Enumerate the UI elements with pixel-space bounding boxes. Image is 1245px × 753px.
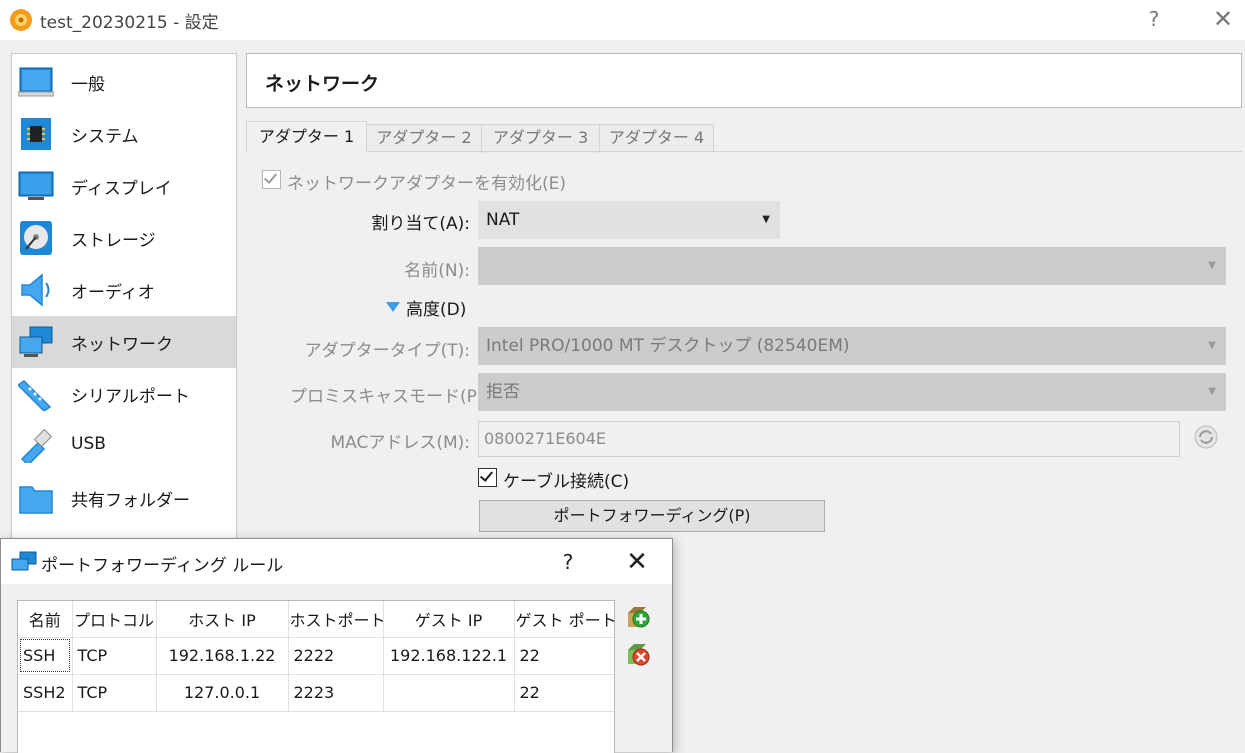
column-header-host-ip[interactable]: ホスト IP <box>156 601 288 637</box>
remove-rule-icon[interactable] <box>625 642 651 668</box>
add-rule-icon[interactable] <box>625 605 651 631</box>
sidebar-item-label: USB <box>71 434 106 454</box>
virtualbox-app-icon <box>8 7 34 33</box>
tab-divider <box>246 151 1242 152</box>
sidebar-item-shared-folders[interactable]: 共有フォルダー <box>12 472 236 524</box>
table-row[interactable]: SSH TCP 192.168.1.22 2222 192.168.122.1 … <box>18 637 614 674</box>
tab-adapter-2[interactable]: アダプター 2 <box>366 124 482 153</box>
cable-connected-label: ケーブル接続(C) <box>503 467 629 492</box>
rule-guest-ip-cell[interactable] <box>383 674 514 711</box>
rule-host-ip-cell[interactable]: 192.168.1.22 <box>156 637 288 674</box>
column-header-protocol[interactable]: プロトコル <box>72 601 156 637</box>
network-icon <box>11 551 37 573</box>
column-header-name[interactable]: 名前 <box>18 601 72 637</box>
dialog-titlebar: ポートフォワーディング ルール ? ✕ <box>1 539 672 584</box>
sidebar-item-display[interactable]: ディスプレイ <box>12 160 236 212</box>
adapter-type-label: アダプタータイプ(T): <box>290 336 470 361</box>
tab-adapter-4[interactable]: アダプター 4 <box>599 124 714 153</box>
dropdown-arrow-icon: ▼ <box>1208 247 1216 285</box>
close-button[interactable]: ✕ <box>1206 4 1240 34</box>
mac-address-input[interactable]: 0800271E604E <box>478 421 1180 457</box>
enable-adapter-label: ネットワークアダプターを有効化(E) <box>287 169 566 194</box>
refresh-mac-icon[interactable] <box>1193 424 1219 450</box>
sidebar-item-label: 共有フォルダー <box>71 486 190 511</box>
rule-host-port-cell[interactable]: 2223 <box>288 674 383 711</box>
rule-guest-port-cell[interactable]: 22 <box>514 674 614 711</box>
section-header: ネットワーク <box>246 53 1242 108</box>
sidebar-item-audio[interactable]: オーディオ <box>12 264 236 316</box>
shared-folder-icon <box>18 481 54 515</box>
name-label: 名前(N): <box>300 256 470 281</box>
rules-table: 名前 プロトコル ホスト IP ホストポート ゲスト IP ゲスト ポート SS… <box>17 600 615 753</box>
storage-disk-icon <box>18 221 54 255</box>
sidebar-item-serial-port[interactable]: シリアルポート <box>12 368 236 420</box>
sidebar-item-label: オーディオ <box>71 278 155 303</box>
tab-adapter-1[interactable]: アダプター 1 <box>246 121 367 153</box>
display-monitor-icon <box>18 169 54 203</box>
column-header-guest-port[interactable]: ゲスト ポート <box>514 601 614 637</box>
sidebar-item-label: シリアルポート <box>71 382 190 407</box>
adapter-type-select[interactable]: Intel PRO/1000 MT デスクトップ (82540EM) ▼ <box>478 327 1226 365</box>
system-chip-icon <box>18 117 54 151</box>
name-select[interactable]: ▼ <box>478 247 1226 285</box>
attached-to-label: 割り当て(A): <box>300 209 470 234</box>
usb-icon <box>18 429 54 463</box>
adapter-type-value: Intel PRO/1000 MT デスクトップ (82540EM) <box>486 336 850 356</box>
expand-triangle-icon[interactable] <box>385 300 401 314</box>
dialog-help-button[interactable]: ? <box>553 547 583 577</box>
dialog-close-button[interactable]: ✕ <box>622 547 652 577</box>
advanced-toggle[interactable]: 高度(D) <box>406 295 466 320</box>
page-title: ネットワーク <box>265 69 379 96</box>
audio-speaker-icon <box>18 273 54 307</box>
network-icon <box>18 325 54 359</box>
enable-adapter-checkbox[interactable] <box>262 170 281 189</box>
table-header-row: 名前 プロトコル ホスト IP ホストポート ゲスト IP ゲスト ポート <box>18 601 614 637</box>
rule-host-ip-cell[interactable]: 127.0.0.1 <box>156 674 288 711</box>
port-forwarding-button[interactable]: ポートフォワーディング(P) <box>479 500 825 532</box>
port-forwarding-dialog: ポートフォワーディング ルール ? ✕ 名前 プロトコル ホスト IP ホストポ… <box>0 538 673 752</box>
serial-port-icon <box>18 377 54 411</box>
rule-host-port-cell[interactable]: 2222 <box>288 637 383 674</box>
sidebar-item-label: ディスプレイ <box>71 174 172 199</box>
promiscuous-mode-label: プロミスキャスモード(P): <box>290 382 470 407</box>
sidebar-item-network[interactable]: ネットワーク <box>12 316 236 368</box>
dropdown-arrow-icon: ▼ <box>762 201 770 239</box>
sidebar-item-label: ストレージ <box>71 226 156 251</box>
rule-guest-port-cell[interactable]: 22 <box>514 637 614 674</box>
sidebar-item-label: システム <box>71 122 139 147</box>
rule-protocol-cell[interactable]: TCP <box>72 674 156 711</box>
promiscuous-mode-value: 拒否 <box>486 382 520 402</box>
table-row[interactable]: SSH2 TCP 127.0.0.1 2223 22 <box>18 674 614 711</box>
promiscuous-mode-select[interactable]: 拒否 ▼ <box>478 373 1226 411</box>
column-header-guest-ip[interactable]: ゲスト IP <box>383 601 514 637</box>
rule-name-cell[interactable]: SSH2 <box>18 674 72 711</box>
rule-guest-ip-cell[interactable]: 192.168.122.1 <box>383 637 514 674</box>
dropdown-arrow-icon: ▼ <box>1208 327 1216 365</box>
dropdown-arrow-icon: ▼ <box>1208 373 1216 411</box>
sidebar-item-general[interactable]: 一般 <box>12 56 236 108</box>
sidebar-item-label: ネットワーク <box>71 330 173 355</box>
general-icon <box>18 65 54 99</box>
attached-to-value: NAT <box>486 210 519 230</box>
rule-protocol-cell[interactable]: TCP <box>72 637 156 674</box>
sidebar-item-system[interactable]: システム <box>12 108 236 160</box>
sidebar-item-usb[interactable]: USB <box>12 420 236 472</box>
column-header-host-port[interactable]: ホストポート <box>288 601 383 637</box>
tab-adapter-3[interactable]: アダプター 3 <box>481 124 600 153</box>
dialog-title: ポートフォワーディング ルール <box>41 551 283 576</box>
window-title: test_20230215 - 設定 <box>40 8 219 33</box>
window-titlebar: test_20230215 - 設定 ? ✕ <box>0 0 1245 40</box>
sidebar-item-label: 一般 <box>71 70 105 95</box>
sidebar-item-storage[interactable]: ストレージ <box>12 212 236 264</box>
attached-to-select[interactable]: NAT ▼ <box>478 201 780 239</box>
rule-name-cell[interactable]: SSH <box>18 637 72 674</box>
mac-address-label: MACアドレス(M): <box>290 428 470 453</box>
cable-connected-checkbox[interactable] <box>478 468 497 487</box>
help-button[interactable]: ? <box>1137 4 1171 34</box>
